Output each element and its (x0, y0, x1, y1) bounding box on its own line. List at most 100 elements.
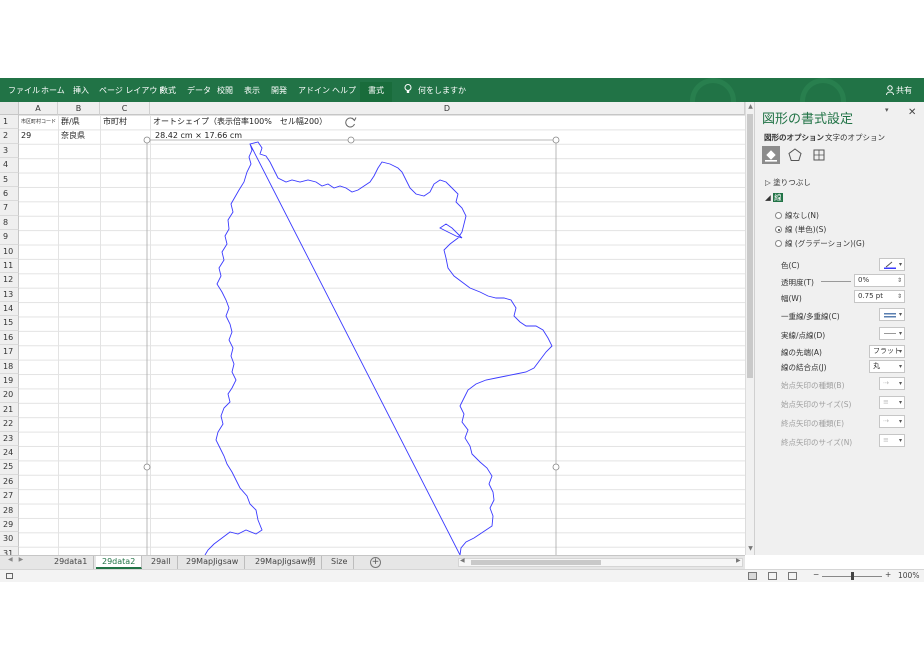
status-bar: − + 100% (0, 569, 924, 582)
sheet-tab-29all[interactable]: 29all (145, 556, 178, 569)
tab-formulas[interactable]: 数式 (160, 86, 176, 96)
radio-solid-line[interactable]: 線 (単色)(S) (775, 224, 826, 235)
close-icon[interactable]: ✕ (908, 107, 916, 118)
section-fill-label: 塗りつぶし (773, 178, 811, 187)
tab-data[interactable]: データ (187, 86, 211, 96)
scroll-thumb[interactable] (471, 560, 601, 565)
chevron-down-icon: ▾ (898, 311, 902, 318)
arrow-icon: ⇢ (883, 417, 889, 425)
scroll-down-icon[interactable]: ▼ (747, 545, 754, 553)
tab-shape-options[interactable]: 図形のオプション (764, 132, 824, 143)
chevron-down-icon: ▾ (898, 437, 902, 444)
chevron-down-icon: ▾ (898, 363, 902, 370)
sheet-tab-29mapjigsaw-example[interactable]: 29MapJigsaw例 (249, 556, 323, 569)
tell-me-box[interactable]: 何をしますか (418, 86, 466, 96)
label-end-arrow-size: 終点矢印のサイズ(N) (781, 438, 853, 447)
zoom-slider-thumb[interactable] (851, 572, 854, 580)
lines-icon: ≡ (883, 398, 889, 406)
transparency-slider[interactable] (821, 281, 851, 282)
radio-gradient-line[interactable]: 線 (グラデーション)(G) (775, 238, 865, 249)
fill-line-icon[interactable] (762, 146, 780, 164)
tab-insert[interactable]: 挿入 (73, 86, 89, 96)
effects-pentagon-icon[interactable] (786, 146, 804, 164)
vertical-scrollbar[interactable]: ▲ ▼ (745, 102, 754, 555)
label-end-arrow-type: 終点矢印の種類(E) (781, 419, 845, 428)
chevron-down-icon: ▾ (898, 330, 902, 337)
tab-addins[interactable]: アドイン (298, 86, 330, 96)
label-color: 色(C) (781, 261, 800, 270)
tab-home[interactable]: ホーム (41, 86, 65, 96)
radio-label: 線 (単色)(S) (785, 225, 827, 234)
sheet-nav-arrows-icon[interactable]: ◀▶ (8, 556, 29, 563)
nara-map-shape[interactable] (0, 102, 745, 555)
arrow-icon: ⇢ (883, 379, 889, 387)
label-dash-type: 実線/点線(D) (781, 331, 826, 340)
size-properties-icon[interactable] (810, 146, 828, 164)
lines-icon: ≡ (883, 436, 889, 444)
dash-type-button[interactable]: ▾ (879, 327, 905, 340)
tab-help[interactable]: ヘルプ (332, 86, 356, 96)
end-arrow-size-button[interactable]: ≡ ▾ (879, 434, 905, 447)
width-input[interactable]: 0.75 pt ⇕ (854, 290, 905, 303)
scroll-left-icon[interactable]: ◀ (460, 557, 465, 564)
dash-line-icon (884, 333, 896, 334)
zoom-in-icon[interactable]: + (885, 570, 891, 579)
worksheet-grid[interactable]: A B C D 1 2 3 4 5 6 7 8 9 10 11 12 13 14 15 16 17 18 19 20 2… (0, 102, 745, 555)
macro-record-icon[interactable] (6, 573, 13, 579)
zoom-out-icon[interactable]: − (813, 570, 819, 579)
label-compound-type: 一重線/多重線(C) (781, 312, 840, 321)
tab-page-layout[interactable]: ページ レイアウト (99, 86, 165, 96)
tab-review[interactable]: 校閲 (217, 86, 233, 96)
label-width: 幅(W) (781, 294, 802, 303)
begin-arrow-size-button[interactable]: ≡ ▾ (879, 396, 905, 409)
cap-type-select[interactable]: フラット ▾ (869, 345, 905, 358)
compound-type-button[interactable]: ▾ (879, 308, 905, 321)
zoom-level[interactable]: 100% (898, 571, 919, 580)
page-layout-view-icon[interactable] (768, 572, 777, 580)
cap-type-value: フラット (873, 347, 901, 355)
color-picker-button[interactable]: ▾ (879, 258, 905, 271)
sheet-tab-29mapjigsaw[interactable]: 29MapJigsaw (180, 556, 246, 569)
sheet-tab-size[interactable]: Size (325, 556, 355, 569)
excel-window: ファイル ホーム 挿入 ページ レイアウト 数式 データ 校閲 表示 開発 アド… (0, 78, 924, 582)
label-begin-arrow-type: 始点矢印の種類(B) (781, 381, 845, 390)
page-break-view-icon[interactable] (788, 572, 797, 580)
end-arrow-type-button[interactable]: ⇢ ▾ (879, 415, 905, 428)
transparency-value: 0% (858, 276, 870, 284)
tab-text-options[interactable]: 文字のオプション (825, 132, 885, 143)
radio-dot (775, 212, 782, 219)
scroll-right-icon[interactable]: ▶ (736, 557, 741, 564)
ribbon-decoration (690, 78, 736, 102)
resize-handle (347, 136, 355, 144)
normal-view-icon[interactable] (748, 572, 757, 580)
horizontal-scrollbar[interactable]: ◀ ▶ (458, 557, 743, 567)
begin-arrow-type-button[interactable]: ⇢ ▾ (879, 377, 905, 390)
add-sheet-icon[interactable]: + (370, 557, 381, 568)
compound-line-icon (884, 313, 896, 318)
sheet-tab-29data2[interactable]: 29data2 (96, 556, 143, 569)
scroll-thumb[interactable] (747, 114, 753, 378)
tab-view[interactable]: 表示 (244, 86, 260, 96)
label-begin-arrow-size: 始点矢印のサイズ(S) (781, 400, 852, 409)
rotate-handle-icon[interactable] (344, 116, 358, 128)
pane-options-icon[interactable]: ▾ (885, 106, 889, 114)
resize-handle (552, 136, 560, 144)
lightbulb-icon[interactable] (404, 84, 412, 94)
label-join-type: 線の結合点(J) (781, 363, 827, 372)
label-transparency: 透明度(T) (781, 278, 814, 287)
user-icon[interactable] (886, 85, 894, 95)
tab-format[interactable]: 書式 (360, 82, 392, 102)
join-type-select[interactable]: 丸 ▾ (869, 360, 905, 373)
tab-file[interactable]: ファイル (8, 86, 40, 96)
tab-developer[interactable]: 開発 (271, 86, 287, 96)
sheet-tab-29data1[interactable]: 29data1 (48, 556, 95, 569)
share-button[interactable]: 共有 (896, 86, 912, 96)
section-line[interactable]: ◢ 線 (765, 192, 783, 203)
format-shape-pane: 図形の書式設定 ▾ ✕ 図形のオプション 文字のオプション ▷ 塗りつぶし ◢ … (754, 102, 924, 555)
chevron-down-icon: ▾ (898, 261, 902, 268)
ribbon-decoration (800, 78, 846, 102)
section-fill[interactable]: ▷ 塗りつぶし (765, 177, 811, 188)
transparency-input[interactable]: 0% ⇕ (854, 274, 905, 287)
radio-no-line[interactable]: 線なし(N) (775, 210, 819, 221)
scroll-up-icon[interactable]: ▲ (747, 103, 754, 111)
